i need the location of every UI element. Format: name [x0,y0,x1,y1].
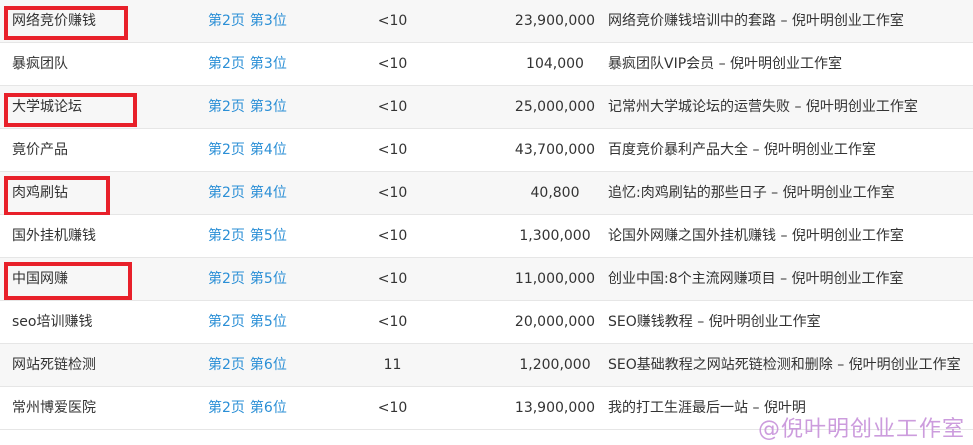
title-cell: 追忆:肉鸡刷钻的那些日子 – 倪叶明创业工作室 [608,185,895,201]
rank-position-text: 第4位 [249,142,287,158]
page-text: 第2页 [208,99,245,115]
position-link[interactable]: 第2页 第4位 [208,172,287,215]
title-cell: 论国外网赚之国外挂机赚钱 – 倪叶明创业工作室 [608,228,904,244]
position-link[interactable]: 第2页 第5位 [208,258,287,301]
position-link[interactable]: 第2页 第3位 [208,43,287,86]
keyword-cell: 常州博爱医院 [12,400,96,416]
rank-position-text: 第6位 [249,357,287,373]
title-cell: 暴疯团队VIP会员 – 倪叶明创业工作室 [608,56,843,72]
table-row: 国外挂机赚钱 第2页 第5位 <10 1,300,000 论国外网赚之国外挂机赚钱… [0,215,973,258]
rank-position-text: 第6位 [249,400,287,416]
rank-cell: <10 [377,185,408,201]
keyword-cell: 网站死链检测 [12,357,96,373]
rank-cell: <10 [377,56,408,72]
rank-position-text: 第5位 [249,228,287,244]
page-text: 第2页 [208,228,245,244]
rank-position-text: 第3位 [249,99,287,115]
table-row: seo培训赚钱 第2页 第5位 <10 20,000,000 SEO赚钱教程 – … [0,301,973,344]
page-text: 第2页 [208,271,245,287]
keyword-cell: 暴疯团队 [12,56,68,72]
watermark: @倪叶明创业工作室 [757,417,965,442]
rank-cell: <10 [377,400,408,416]
rank-position-text: 第5位 [249,271,287,287]
title-cell: SEO基础教程之网站死链检测和删除 – 倪叶明创业工作室 [608,357,961,373]
rank-position-text: 第5位 [249,314,287,330]
table-row: 网站死链检测 第2页 第6位 11 1,200,000 SEO基础教程之网站死链检… [0,344,973,387]
page-text: 第2页 [208,357,245,373]
position-link[interactable]: 第2页 第3位 [208,0,287,43]
page-text: 第2页 [208,400,245,416]
keyword-cell: 中国网赚 [12,271,68,287]
rank-cell: <10 [377,314,408,330]
ranking-table: 网络竞价赚钱 第2页 第3位 <10 23,900,000 网络竞价赚钱培训中的套… [0,0,973,430]
rank-position-text: 第3位 [249,13,287,29]
keyword-cell: 国外挂机赚钱 [12,228,96,244]
keyword-cell: 网络竞价赚钱 [12,13,96,29]
page-text: 第2页 [208,142,245,158]
position-link[interactable]: 第2页 第3位 [208,86,287,129]
title-cell: 创业中国:8个主流网赚项目 – 倪叶明创业工作室 [608,271,904,287]
position-link[interactable]: 第2页 第5位 [208,215,287,258]
rank-cell: <10 [377,271,408,287]
table-row: 肉鸡刷钻 第2页 第4位 <10 40,800 追忆:肉鸡刷钻的那些日子 – 倪叶… [0,172,973,216]
page-text: 第2页 [208,13,245,29]
title-cell: 网络竞价赚钱培训中的套路 – 倪叶明创业工作室 [608,13,904,29]
rank-cell: <10 [377,142,408,158]
rank-position-text: 第3位 [249,56,287,72]
keyword-cell: 竟价产品 [12,142,68,158]
table-row: 中国网赚 第2页 第5位 <10 11,000,000 创业中国:8个主流网赚项目… [0,258,973,301]
position-link[interactable]: 第2页 第6位 [208,344,287,387]
title-cell: SEO赚钱教程 – 倪叶明创业工作室 [608,314,821,330]
rank-cell: <10 [377,228,408,244]
table-row: 网络竞价赚钱 第2页 第3位 <10 23,900,000 网络竞价赚钱培训中的套… [0,0,973,43]
keyword-cell: seo培训赚钱 [12,314,93,330]
title-cell: 记常州大学城论坛的运营失败 – 倪叶明创业工作室 [608,99,918,115]
position-link[interactable]: 第2页 第4位 [208,129,287,172]
position-link[interactable]: 第2页 第6位 [208,387,287,430]
table-row: 大学城论坛 第2页 第3位 <10 25,000,000 记常州大学城论坛的运营失… [0,86,973,129]
rank-position-text: 第4位 [249,185,287,201]
title-cell: 百度竞价暴利产品大全 – 倪叶明创业工作室 [608,142,876,158]
keyword-cell: 大学城论坛 [12,99,82,115]
page-text: 第2页 [208,185,245,201]
page-text: 第2页 [208,314,245,330]
rank-cell: 11 [383,357,402,373]
rank-cell: <10 [377,99,408,115]
rank-cell: <10 [377,13,408,29]
table-row: 竟价产品 第2页 第4位 <10 43,700,000 百度竞价暴利产品大全 – … [0,129,973,172]
table-row: 暴疯团队 第2页 第3位 <10 104,000 暴疯团队VIP会员 – 倪叶明创… [0,43,973,86]
keyword-cell: 肉鸡刷钻 [12,185,68,201]
page-text: 第2页 [208,56,245,72]
position-link[interactable]: 第2页 第5位 [208,301,287,344]
